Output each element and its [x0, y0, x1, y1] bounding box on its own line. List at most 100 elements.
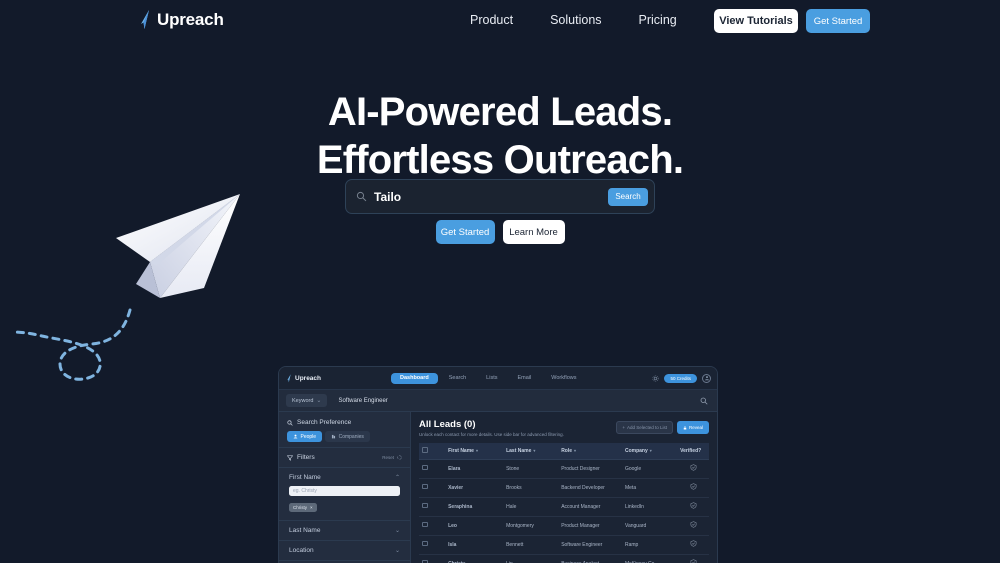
mockup-brand[interactable]: Upreach — [286, 373, 322, 383]
column-label: First Name — [448, 447, 474, 454]
cell-first-name: Christy — [445, 554, 504, 563]
table-row[interactable]: Xavier Brooks Backend Developer Meta — [419, 478, 709, 498]
search-button[interactable]: Search — [608, 187, 648, 206]
chevron-down-icon[interactable]: ⌄ — [395, 527, 400, 534]
checkbox-icon[interactable] — [422, 483, 428, 490]
filter-group-label: Location — [289, 547, 314, 554]
nav-get-started-button[interactable]: Get Started — [806, 9, 870, 33]
chevron-down-icon: ▾ — [475, 447, 478, 453]
row-checkbox-cell[interactable] — [419, 516, 446, 536]
filter-group-header: Last Name ⌄ — [289, 527, 400, 534]
page-title: AI-Powered Leads. Effortless Outreach. — [0, 92, 1000, 180]
table-row[interactable]: Elara Stone Product Designer Google — [419, 459, 709, 479]
mockup-brand-name: Upreach — [295, 374, 322, 382]
checkbox-icon[interactable] — [422, 502, 428, 509]
row-checkbox-cell[interactable] — [419, 535, 446, 555]
checkbox-icon[interactable] — [422, 447, 428, 453]
reset-icon — [397, 455, 402, 460]
filter-group-label: First Name — [289, 474, 321, 481]
checkbox-icon[interactable] — [422, 540, 428, 547]
filters-reset[interactable]: Reset — [382, 455, 402, 460]
cell-role: Backend Developer — [558, 478, 622, 498]
credits-badge[interactable]: 50 Credits — [664, 373, 697, 383]
search-icon — [356, 191, 367, 202]
column-first-name[interactable]: First Name ▾ — [445, 443, 504, 460]
search-input[interactable]: Tailo — [374, 190, 608, 204]
landing-page: Upreach Product Solutions Pricing FAQs V… — [0, 0, 1000, 563]
cell-last-name: Stone — [503, 459, 559, 479]
search-icon — [287, 419, 293, 426]
filters-header: Filters Reset — [279, 447, 410, 468]
column-label: Verified? — [680, 447, 702, 454]
cell-verified — [677, 497, 709, 517]
verified-shield-icon — [690, 502, 696, 509]
row-checkbox-cell[interactable] — [419, 497, 446, 517]
brand-logo-link[interactable]: Upreach — [138, 10, 224, 30]
cell-verified — [677, 459, 709, 479]
checkbox-icon[interactable] — [422, 464, 428, 471]
table-row[interactable]: Leo Montgomery Product Manager Vanguard — [419, 516, 709, 536]
select-all-header[interactable] — [419, 443, 446, 460]
chevron-down-icon[interactable]: ⌄ — [395, 547, 400, 554]
table-row[interactable]: Seraphina Hale Account Manager LinkedIn — [419, 497, 709, 517]
row-checkbox-cell[interactable] — [419, 459, 446, 479]
column-role[interactable]: Role ▾ — [558, 443, 622, 460]
user-avatar-icon — [704, 376, 709, 381]
first-name-input[interactable]: eg. Christy — [289, 486, 400, 496]
leads-actions: + Add Selected to List Reveal — [616, 419, 709, 434]
reveal-button[interactable]: Reveal — [676, 421, 709, 434]
tab-workflows[interactable]: Workflows — [542, 373, 585, 384]
checkbox-icon[interactable] — [422, 521, 428, 528]
cell-first-name: Xavier — [445, 478, 504, 498]
view-tutorials-button[interactable]: View Tutorials — [714, 9, 798, 33]
mockup-search-input[interactable]: Software Engineer — [338, 398, 387, 404]
cell-last-name: Montgomery — [503, 516, 559, 536]
column-label: Last Name — [506, 447, 532, 454]
cell-last-name: Brooks — [503, 478, 559, 498]
reset-label: Reset — [382, 455, 394, 460]
chevron-up-icon[interactable]: ⌃ — [395, 474, 400, 481]
nav-link-solutions[interactable]: Solutions — [550, 13, 601, 27]
column-last-name[interactable]: Last Name ▾ — [503, 443, 559, 460]
tab-search[interactable]: Search — [440, 373, 475, 384]
filter-group-location[interactable]: Location ⌄ — [279, 541, 410, 561]
verified-shield-icon — [690, 464, 696, 471]
cell-first-name: Elara — [445, 459, 504, 479]
row-checkbox-cell[interactable] — [419, 478, 446, 498]
nav-link-product[interactable]: Product — [470, 13, 513, 27]
cell-role: Business Analyst — [558, 554, 622, 563]
verified-shield-icon — [690, 521, 696, 528]
add-selected-to-list-button[interactable]: + Add Selected to List — [616, 421, 673, 434]
search-preference-section: Search Preference People Companies — [279, 412, 410, 447]
row-checkbox-cell[interactable] — [419, 554, 446, 563]
table-row[interactable]: Isla Bennett Software Engineer Ramp — [419, 535, 709, 555]
mockup-top-bar: Upreach Dashboard Search Lists Email Wor… — [279, 367, 717, 390]
filter-chip-christy[interactable]: Christy × — [289, 503, 317, 512]
avatar[interactable] — [702, 373, 711, 383]
hero-learn-more-button[interactable]: Learn More — [502, 220, 565, 244]
nav-link-pricing[interactable]: Pricing — [639, 13, 677, 27]
cell-company: McKinsey Co — [621, 554, 678, 563]
leads-title: All Leads (0) — [419, 419, 476, 430]
column-verified[interactable]: Verified? — [677, 443, 709, 460]
gear-icon[interactable] — [652, 374, 660, 382]
filter-group-first-name[interactable]: First Name ⌃ eg. Christy Christy × — [279, 468, 410, 521]
segment-people[interactable]: People — [287, 431, 323, 442]
hero-search-bar[interactable]: Tailo Search — [345, 179, 655, 214]
tab-email[interactable]: Email — [508, 373, 540, 384]
tab-lists[interactable]: Lists — [477, 373, 506, 384]
cell-company: LinkedIn — [621, 497, 678, 517]
search-icon[interactable] — [700, 397, 708, 405]
mockup-search-row: Keyword ⌄ Software Engineer — [279, 390, 717, 412]
segment-companies[interactable]: Companies — [325, 431, 370, 442]
column-company[interactable]: Company ▾ — [621, 443, 678, 460]
filter-group-last-name[interactable]: Last Name ⌄ — [279, 521, 410, 541]
table-row[interactable]: ChristyLinBusiness AnalystMcKinsey Co — [419, 554, 709, 563]
close-icon[interactable]: × — [310, 505, 313, 510]
hero-get-started-button[interactable]: Get Started — [435, 220, 495, 244]
hero-title-line2: Effortless Outreach. — [316, 138, 684, 182]
tab-dashboard[interactable]: Dashboard — [391, 372, 438, 384]
cell-verified — [677, 478, 709, 498]
keyword-dropdown[interactable]: Keyword ⌄ — [286, 394, 328, 407]
brand-name: Upreach — [157, 10, 224, 29]
